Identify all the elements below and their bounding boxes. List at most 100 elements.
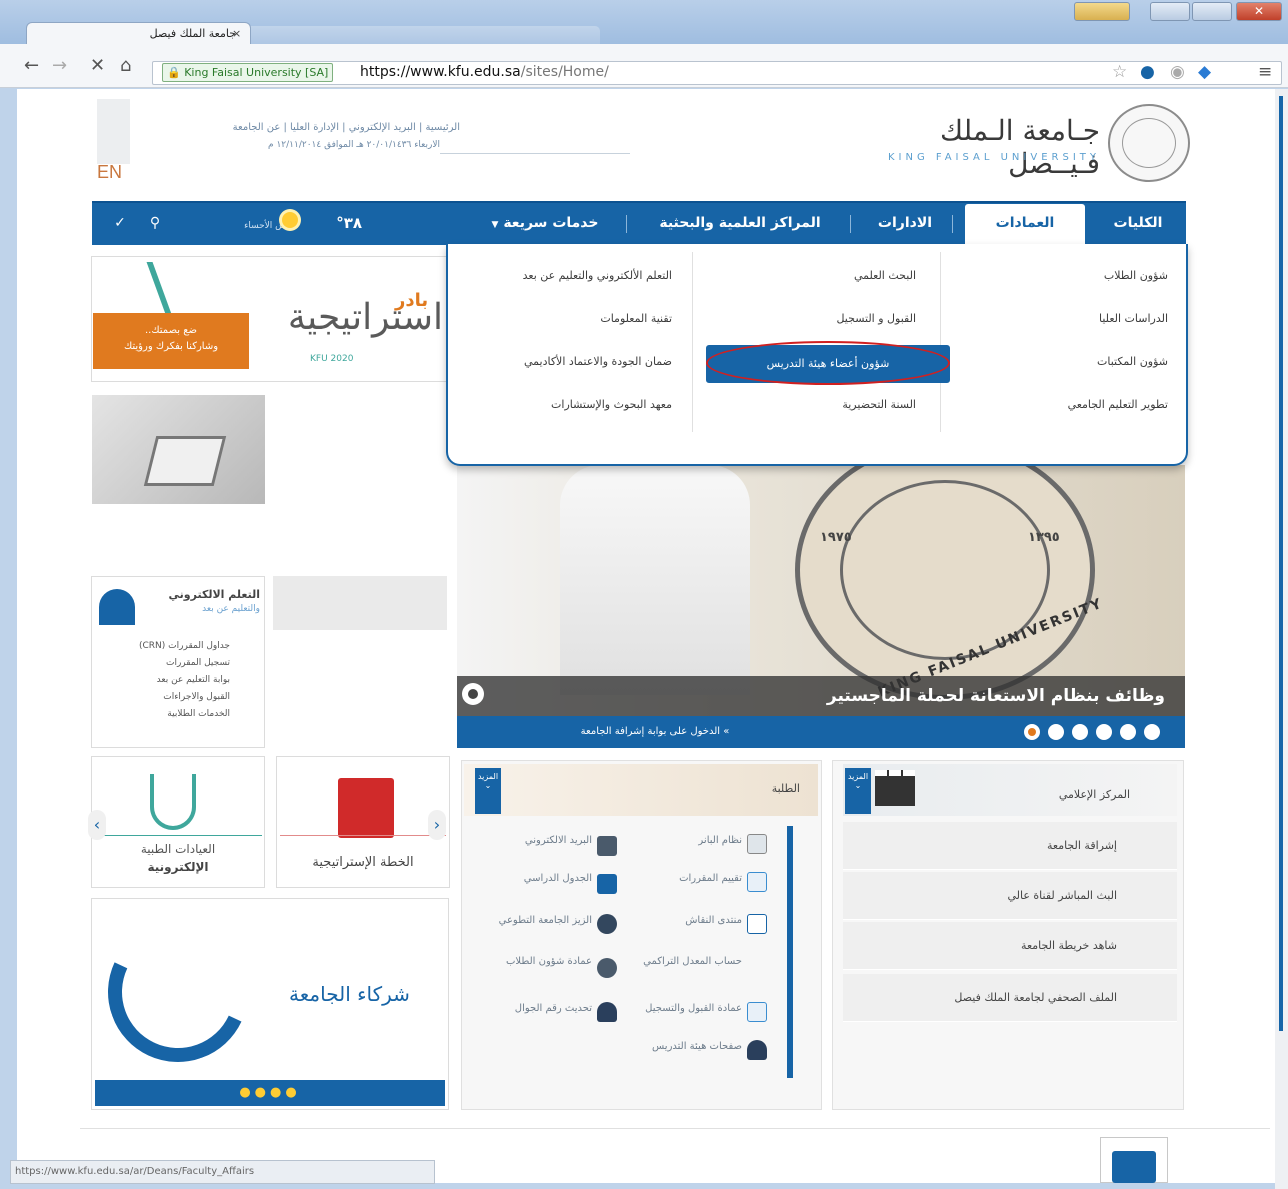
stethoscope-icon (150, 774, 196, 830)
slider-caption[interactable]: وظائف بنظام الاستعانة لحملة الماجستير (457, 676, 1185, 716)
elearning-link[interactable]: جداول المقررات (CRN) (100, 638, 230, 655)
more-label: المزيد (477, 772, 499, 781)
language-switch-link[interactable]: EN (97, 162, 122, 183)
browser-tab[interactable]: جامعة الملك فيصل × (26, 22, 251, 46)
elearning-title[interactable]: التعلم الالكتروني (140, 588, 260, 601)
dropdown-item[interactable]: التعلم الألكتروني والتعليم عن بعد (452, 254, 682, 297)
extension-arrow-icon[interactable]: ◆ (1198, 62, 1211, 82)
promo-cta-line2: وشاركنا بفكرك ورؤيتك (123, 341, 219, 352)
media-more-button[interactable]: المزيد ⌄ (845, 768, 871, 814)
url-host: https://www.kfu.edu.sa (360, 64, 521, 80)
dropdown-item[interactable]: الدراسات العليا (948, 297, 1178, 340)
url-path: /sites/Home/ (520, 64, 609, 80)
clinics-label-line1: العيادات الطبية (140, 842, 216, 856)
portal-link[interactable]: » الدخول على بوابة إشرافة الجامعة (550, 716, 760, 748)
student-link[interactable]: صفحات هيئة التدريس (612, 1040, 742, 1053)
forward-icon[interactable]: → (52, 56, 67, 76)
dropdown-item[interactable]: البحث العلمي (696, 254, 926, 297)
promo-cta-box[interactable]: ضع بصمتك.. وشاركنا بفكرك ورؤيتك (93, 313, 249, 369)
student-link[interactable]: عمادة القبول والتسجيل (612, 1002, 742, 1015)
student-link[interactable]: الزيز الجامعة التطوعي (462, 914, 592, 927)
profile-button[interactable] (1074, 2, 1130, 21)
dropdown-item[interactable]: معهد البحوث والإستشارات (452, 383, 682, 426)
slider-dot[interactable] (1072, 724, 1088, 740)
nav-item-research-centers[interactable]: المراكز العلمية والبحثية (640, 201, 840, 245)
student-link[interactable]: منتدى النقاش (612, 914, 742, 927)
university-logo-english[interactable]: KING FAISAL UNIVERSITY (865, 152, 1100, 163)
slider-dot-active[interactable] (1024, 724, 1040, 740)
tab-close-icon[interactable]: × (232, 27, 241, 40)
slider-dot[interactable] (1048, 724, 1064, 740)
student-link[interactable]: نظام البانر (612, 834, 742, 847)
person-icon[interactable]: ● (1140, 62, 1155, 82)
elearning-link[interactable]: بوابة التعليم عن بعد (100, 672, 230, 689)
dropdown-item[interactable]: شؤون الطلاب (948, 254, 1178, 297)
dropdown-item[interactable]: شؤون المكتبات (948, 340, 1178, 383)
slider-dot[interactable] (1096, 724, 1112, 740)
pen-writing-image[interactable] (273, 576, 447, 630)
home-icon[interactable]: ⌂ (120, 56, 131, 76)
slider-dot[interactable] (1120, 724, 1136, 740)
promo-cta-line1: ضع بصمتك.. (144, 325, 198, 336)
student-link[interactable]: البريد الالكتروني (462, 834, 592, 847)
top-links[interactable]: الرئيسية | البريد الإلكتروني | الإدارة ا… (160, 122, 460, 133)
globe-icon (597, 958, 617, 978)
elearning-link[interactable]: الخدمات الطلابية (100, 706, 230, 723)
student-link[interactable]: الجدول الدراسي (462, 872, 592, 885)
secure-badge[interactable]: 🔒 King Faisal University [SA] (162, 63, 334, 82)
quick-services-label: خدمات سريعة (503, 215, 599, 231)
elearning-link[interactable]: القبول والاجراءات (100, 689, 230, 706)
slider-person-image (560, 465, 750, 695)
media-link[interactable]: إشراقة الجامعة (843, 822, 1177, 870)
strategy-underline (280, 835, 446, 836)
nav-item-quick-services[interactable]: خدمات سريعة ▼ (470, 201, 620, 245)
dropdown-item[interactable]: تقنية المعلومات (452, 297, 682, 340)
student-link[interactable]: عمادة شؤون الطلاب (462, 955, 592, 968)
student-link[interactable]: حساب المعدل التراكمي (612, 955, 742, 968)
deanships-dropdown-menu: شؤون الطلاب الدراسات العليا شؤون المكتبا… (446, 244, 1188, 466)
media-link[interactable]: الملف الصحفي لجامعة الملك فيصل (843, 974, 1177, 1022)
student-link[interactable]: تحديث رقم الجوال (462, 1002, 592, 1015)
slider-dot[interactable] (1144, 724, 1160, 740)
university-logo-arabic[interactable]: جـامعة الـملك فـيــصل (850, 114, 1100, 180)
chevron-down-icon: ▼ (491, 220, 499, 230)
window-close-button[interactable]: ✕ (1236, 2, 1282, 21)
media-title: المركز الإعلامي (1058, 788, 1130, 801)
url-text[interactable]: https://www.kfu.edu.sa/sites/Home/ (360, 62, 609, 82)
media-link[interactable]: البث المباشر لقناة عالي (843, 872, 1177, 920)
weather-widget: ٣٨° طقس الأحساء (242, 201, 362, 248)
student-link[interactable]: تقييم المقررات (612, 872, 742, 885)
bookmark-star-icon[interactable]: ☆ (1112, 62, 1127, 82)
dropdown-separator (940, 252, 941, 432)
minimize-button[interactable] (1150, 2, 1190, 21)
search-icon[interactable]: ⚲ (140, 203, 170, 243)
nav-item-departments[interactable]: الادارات (860, 201, 950, 245)
extension-icon[interactable]: ◉ (1170, 62, 1185, 82)
nav-item-deanships[interactable]: العمادات (965, 201, 1085, 245)
slider-pause-icon[interactable] (462, 683, 484, 705)
partners-carousel-dots[interactable]: ●●●● (95, 1080, 445, 1106)
faculty-icon (747, 1040, 767, 1060)
partners-label: شركاء الجامعة (289, 982, 410, 1006)
user-check-icon (597, 1002, 617, 1022)
promo-kfu-2020: KFU 2020 (310, 354, 354, 364)
students-more-button[interactable]: المزيد ⌄ (475, 768, 501, 814)
media-link[interactable]: شاهد خريطة الجامعة (843, 922, 1177, 970)
check-icon[interactable]: ✓ (105, 203, 135, 243)
dropdown-item[interactable]: السنة التحضيرية (696, 383, 926, 426)
nav-item-colleges[interactable]: الكليات (1092, 201, 1184, 245)
stop-icon[interactable]: ✕ (90, 56, 105, 76)
dropdown-item[interactable]: القبول و التسجيل (696, 297, 926, 340)
dropdown-item[interactable]: تطوير التعليم الجامعي (948, 383, 1178, 426)
carousel-prev-icon[interactable]: ‹ (88, 810, 106, 840)
open-book-icon (1112, 1151, 1156, 1183)
back-icon[interactable]: ← (24, 56, 39, 76)
background-tab[interactable] (240, 26, 600, 44)
dropdown-item[interactable]: ضمان الجودة والاعتماد الأكاديمي (452, 340, 682, 383)
maximize-button[interactable] (1192, 2, 1232, 21)
menu-icon[interactable]: ≡ (1258, 62, 1272, 82)
scrollbar-thumb[interactable] (1279, 96, 1283, 1031)
elearning-link[interactable]: تسجيل المقررات (100, 655, 230, 672)
carousel-next-icon[interactable]: › (428, 810, 446, 840)
nav-separator (626, 215, 627, 233)
